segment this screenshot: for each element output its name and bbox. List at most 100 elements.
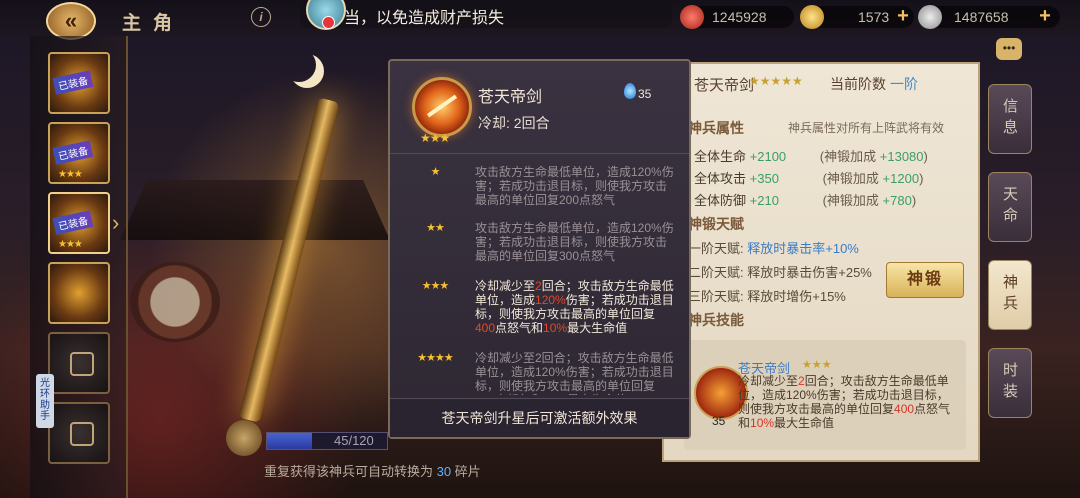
popup-header: ★★★ 苍天帝剑 冷却: 2回合 35: [390, 61, 689, 154]
moon: [282, 48, 316, 82]
talent-section-title: 神锻天赋: [688, 216, 744, 232]
level-description: 攻击敌方生命最低单位，造成120%伤害；若成功击退目标，则使我方攻击最高的单位回…: [475, 221, 674, 263]
tab-fashion[interactable]: 时装: [988, 348, 1032, 418]
weapon-slot-locked[interactable]: [48, 332, 110, 394]
back-arrow-icon: «: [64, 8, 78, 33]
skill-description: 冷却减少至2回合；攻击敌方生命最低单位，造成120%伤害；若成功击退目标，则使我…: [738, 374, 951, 430]
skill-tooltip-popup: ★★★ 苍天帝剑 冷却: 2回合 35 ★ 攻击敌方生命最低单位，造成120%伤…: [388, 59, 691, 439]
popup-mana: 35: [638, 87, 652, 101]
ingot-value: 1245928: [712, 9, 767, 25]
level-stars: ★★: [426, 222, 445, 234]
progress-text: 45/120: [334, 433, 374, 448]
stat-value: +350: [749, 171, 779, 186]
stat-row: 全体生命 +2100 (神锻加成 +13080): [694, 149, 928, 164]
fragment-icon[interactable]: [226, 420, 262, 456]
pavilion-roof: [120, 180, 390, 240]
stat-bonus: +780: [882, 193, 912, 208]
current-stage: 当前阶数 一阶: [830, 74, 918, 94]
weapon-slot-selected[interactable]: 已装备 ★★★: [48, 192, 110, 254]
stat-row: 全体攻击 +350 (神锻加成 +1200): [694, 171, 924, 186]
stat-bonus-label: 神锻加成: [826, 171, 879, 186]
notification-dot: [322, 16, 335, 29]
talent-text: 释放时增伤+15%: [747, 289, 846, 304]
stat-bonus: +13080: [879, 149, 924, 164]
level-stars: ★★★: [421, 280, 450, 292]
talent-text: 释放时暴击伤害+25%: [747, 265, 872, 280]
gold-icon: [800, 5, 824, 29]
weapon-stars: ★★★★★: [749, 74, 803, 88]
weapon-detail-panel: 苍天帝剑 ★★★★★ 当前阶数 一阶 神兵属性 神兵属性对所有上阵武将有效 全体生…: [662, 62, 980, 462]
equipped-badge: 已装备: [52, 70, 94, 95]
sword-artwork: [238, 97, 340, 423]
level-description: 冷却减少至2回合；攻击敌方生命最低单位，造成120%伤害；若成功击退目标，则使我…: [475, 279, 674, 335]
chat-icon[interactable]: •••: [996, 38, 1022, 60]
lock-icon: [70, 352, 94, 376]
weapon-title: 苍天帝剑: [694, 77, 755, 94]
stat-value: +210: [749, 193, 779, 208]
equipped-badge: 已装备: [52, 210, 94, 235]
weapon-slot-locked[interactable]: [48, 402, 110, 464]
level-description: 冷却减少至2回合；攻击敌方生命最低单位，造成120%伤害；若成功击退目标，则使我…: [475, 351, 674, 395]
weapon-slot[interactable]: 已装备: [48, 52, 110, 114]
mana-drop-icon: [624, 83, 636, 99]
weapon-slot[interactable]: 已装备 ★★★: [48, 122, 110, 184]
resource-coin: 1487658 +: [918, 5, 1060, 29]
top-bar: « 主角 i 当，以免造成财产损失 1245928 1573 + 1487658…: [0, 0, 1080, 40]
page-title: 主角: [122, 12, 185, 34]
skill-level-row: ★★★★ 冷却减少至2回合；攻击敌方生命最低单位，造成120%伤害；若成功击退目…: [390, 351, 689, 395]
slot-stars: ★★★: [58, 169, 83, 180]
skill-card: 苍天帝剑 ★★★ 冷却减少至2回合；攻击敌方生命最低单位，造成120%伤害；若成…: [684, 340, 966, 450]
gold-value: 1573: [858, 9, 890, 25]
talent-row: 三阶天赋: 释放时增伤+15%: [688, 286, 846, 305]
talent-tier: 二阶天赋:: [688, 265, 744, 280]
level-description: 攻击敌方生命最低单位，造成120%伤害；若成功击退目标，则使我方攻击最高的单位回…: [475, 165, 674, 207]
add-gold-button[interactable]: +: [894, 6, 912, 26]
chevron-right-icon[interactable]: ›: [112, 210, 132, 240]
level-stars: ★★★★: [417, 352, 453, 364]
fragment-progress: 45/120: [226, 420, 398, 456]
tab-destiny[interactable]: 天命: [988, 172, 1032, 242]
stat-bonus: +1200: [882, 171, 920, 186]
weapon-slot[interactable]: [48, 262, 110, 324]
talent-tier: 一阶天赋:: [688, 241, 744, 256]
stat-row: 全体防御 +210 (神锻加成 +780): [694, 193, 917, 208]
helper-assistant-tab[interactable]: 光环助手: [36, 374, 54, 428]
coin-value: 1487658: [954, 9, 1009, 25]
talent-tier: 三阶天赋:: [688, 289, 744, 304]
ticker-text: 当，以免造成财产损失: [344, 10, 505, 27]
coin-icon: [918, 5, 942, 29]
stat-name: 全体攻击: [694, 171, 747, 186]
talent-row: 一阶天赋: 释放时暴击率+10%: [688, 238, 859, 257]
talent-row: 二阶天赋: 释放时暴击伤害+25%: [688, 262, 872, 281]
note-amount: 30: [436, 464, 452, 479]
skill-mana: 35: [712, 414, 726, 428]
resource-gold: 1573 +: [800, 5, 914, 29]
back-button[interactable]: «: [46, 2, 96, 40]
forge-button[interactable]: 神锻: [886, 262, 964, 298]
info-icon[interactable]: i: [251, 7, 271, 27]
announcement-ticker: 当，以免造成财产损失: [300, 0, 672, 30]
stat-name: 全体生命: [694, 149, 747, 164]
level-stars: ★: [430, 166, 441, 178]
note-prefix: 重复获得该神兵可自动转换为: [264, 464, 434, 479]
add-coin-button[interactable]: +: [1036, 6, 1054, 26]
popup-cooldown: 冷却: 2回合: [478, 115, 550, 131]
talent-text: 释放时暴击率+10%: [747, 241, 859, 256]
tab-info[interactable]: 信息: [988, 84, 1032, 154]
equipped-badge: 已装备: [52, 140, 94, 165]
skill-section-title: 神兵技能: [688, 312, 744, 328]
skill-stars: ★★★: [802, 359, 832, 371]
lock-icon: [70, 422, 94, 446]
note-suffix: 碎片: [454, 464, 481, 479]
stat-value: +2100: [749, 149, 787, 164]
sword-skill-icon: [412, 77, 472, 137]
progress-fill: [267, 433, 312, 449]
stat-bonus-label: 神锻加成: [826, 193, 879, 208]
conversion-note: 重复获得该神兵可自动转换为 30 碎片: [264, 461, 481, 480]
popup-skill-name: 苍天帝剑: [478, 89, 543, 106]
stat-bonus-label: 神锻加成: [824, 149, 877, 164]
stat-name: 全体防御: [694, 193, 747, 208]
stage-label: 当前阶数: [830, 76, 886, 92]
popup-footer: 苍天帝剑升星后可激活额外效果: [390, 398, 689, 437]
tab-divine-weapon[interactable]: 神兵: [988, 260, 1032, 330]
